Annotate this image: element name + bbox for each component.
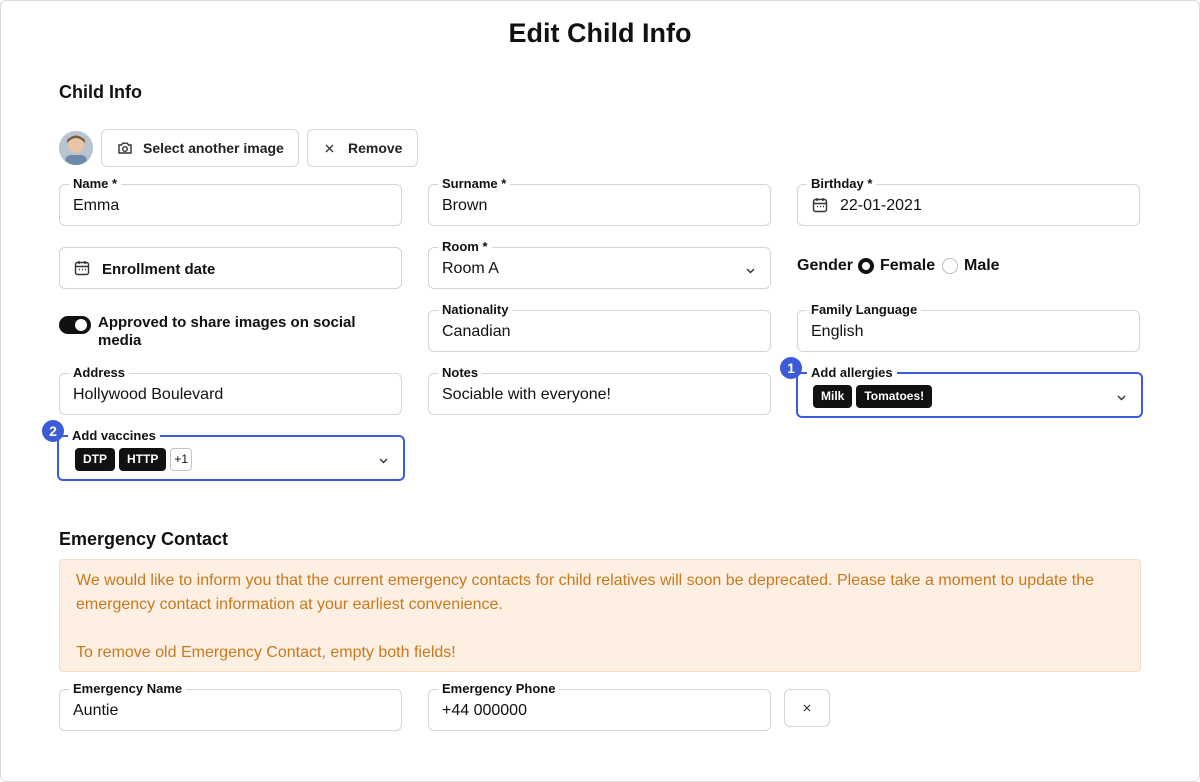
gender-male-label: Male [964, 257, 1000, 274]
enrollment-date-field[interactable]: Enrollment date [59, 247, 402, 289]
marker-badge-2: 2 [42, 420, 64, 442]
chevron-down-icon [1116, 390, 1127, 408]
toggle-knob [75, 319, 87, 331]
address-value: Hollywood Boulevard [73, 386, 224, 403]
notice-text: We would like to inform you that the cur… [76, 572, 1095, 613]
family-language-label: Family Language [807, 303, 922, 317]
allergy-tag[interactable]: Tomatoes! [856, 385, 933, 408]
family-language-value: English [811, 323, 864, 340]
chevron-down-icon [378, 453, 389, 471]
chevron-down-icon [745, 263, 756, 281]
allergy-tag[interactable]: Milk [813, 385, 853, 408]
room-select[interactable]: Room * Room A [428, 240, 771, 289]
vaccine-tag[interactable]: DTP [75, 448, 115, 471]
clear-emergency-button[interactable] [784, 689, 830, 727]
remove-label: Remove [348, 140, 403, 156]
allergies-tags: Milk Tomatoes! [813, 385, 936, 408]
notes-field[interactable]: Notes Sociable with everyone! [428, 366, 771, 415]
emergency-name-field[interactable]: Emergency Name Auntie [59, 682, 402, 731]
emergency-contact-heading: Emergency Contact [59, 529, 229, 549]
vaccine-tag[interactable]: HTTP [119, 448, 167, 471]
gender-male-radio[interactable] [942, 258, 958, 274]
nationality-label: Nationality [438, 303, 513, 317]
gender-label: Gender [797, 257, 854, 274]
notice-text-remove: To remove old Emergency Contact, empty b… [76, 644, 456, 661]
name-value: Emma [73, 197, 120, 214]
remove-image-button[interactable]: Remove [307, 129, 418, 167]
emergency-phone-value: +44 000000 [442, 702, 527, 719]
address-label: Address [69, 366, 130, 380]
notes-value: Sociable with everyone! [442, 386, 611, 403]
gender-female-label: Female [880, 257, 936, 274]
nationality-field[interactable]: Nationality Canadian [428, 303, 771, 352]
child-info-heading: Child Info [59, 82, 142, 102]
avatar [59, 131, 93, 165]
select-image-label: Select another image [143, 140, 284, 156]
close-icon [803, 704, 811, 712]
emergency-name-label: Emergency Name [69, 682, 187, 696]
surname-label: Surname * [438, 177, 511, 191]
birthday-field[interactable]: Birthday * 22-01-2021 [797, 177, 1140, 226]
camera-icon [117, 140, 133, 156]
emergency-phone-label: Emergency Phone [438, 682, 560, 696]
marker-badge-1: 1 [780, 357, 802, 379]
address-field[interactable]: Address Hollywood Boulevard [59, 366, 402, 415]
social-media-toggle[interactable] [59, 316, 91, 334]
notes-label: Notes [438, 366, 483, 380]
enrollment-date-placeholder: Enrollment date [102, 261, 216, 278]
emergency-name-value: Auntie [73, 702, 119, 719]
room-label: Room * [438, 240, 492, 254]
nationality-value: Canadian [442, 323, 511, 340]
emergency-phone-field[interactable]: Emergency Phone +44 000000 [428, 682, 771, 731]
birthday-value: 22-01-2021 [840, 197, 922, 214]
family-language-field[interactable]: Family Language English [797, 303, 1140, 352]
birthday-label: Birthday * [807, 177, 877, 191]
surname-value: Brown [442, 197, 488, 214]
more-tags-badge[interactable]: +1 [170, 448, 193, 471]
page-title: Edit Child Info [508, 18, 692, 48]
room-value: Room A [442, 260, 499, 277]
deprecation-notice: We would like to inform you that the cur… [59, 559, 1141, 672]
vaccines-select[interactable]: Add vaccines DTP HTTP +1 [57, 429, 405, 481]
allergies-label: Add allergies [807, 366, 897, 380]
name-field[interactable]: Name * Emma [59, 177, 402, 226]
calendar-icon [74, 260, 90, 281]
social-media-label: Approved to share images on social media [98, 314, 356, 349]
gender-female-radio[interactable] [858, 258, 874, 274]
vaccines-label: Add vaccines [68, 429, 160, 443]
surname-field[interactable]: Surname * Brown [428, 177, 771, 226]
vaccines-tags: DTP HTTP +1 [75, 448, 196, 471]
close-icon [325, 144, 334, 153]
calendar-icon [812, 197, 828, 218]
select-image-button[interactable]: Select another image [101, 129, 299, 167]
allergies-select[interactable]: Add allergies Milk Tomatoes! [796, 366, 1143, 418]
name-label: Name * [69, 177, 122, 191]
